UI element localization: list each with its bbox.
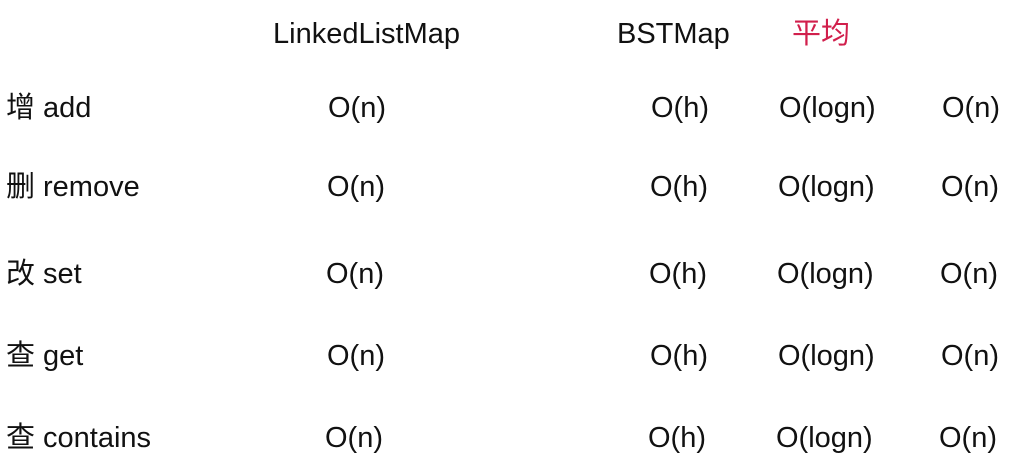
cell-bst-avg-contains: O(logn) bbox=[776, 422, 873, 454]
cell-bst-h-remove: O(h) bbox=[650, 171, 708, 203]
cell-bst-worst-contains: O(n) bbox=[939, 422, 997, 454]
row-label-contains: 查 contains bbox=[6, 420, 151, 456]
row-op: remove bbox=[43, 171, 140, 203]
row-op: contains bbox=[43, 422, 152, 454]
cell-bst-worst-get: O(n) bbox=[941, 340, 999, 372]
cell-bst-avg-remove: O(logn) bbox=[778, 171, 875, 203]
cell-linked-add: O(n) bbox=[328, 92, 386, 124]
cell-bst-avg-add: O(logn) bbox=[779, 92, 876, 124]
cell-bst-worst-set: O(n) bbox=[940, 258, 998, 290]
cell-bst-h-get: O(h) bbox=[650, 340, 708, 372]
cell-bst-h-contains: O(h) bbox=[648, 422, 706, 454]
cell-bst-worst-add: O(n) bbox=[942, 92, 1000, 124]
row-label-remove: 删 remove bbox=[6, 169, 140, 205]
row-label-set: 改 set bbox=[6, 256, 82, 292]
row-zh: 查 bbox=[6, 340, 36, 372]
cell-bst-avg-get: O(logn) bbox=[778, 340, 875, 372]
cell-linked-contains: O(n) bbox=[325, 422, 383, 454]
header-linkedlistmap: LinkedListMap bbox=[273, 18, 460, 50]
cell-bst-h-add: O(h) bbox=[651, 92, 709, 124]
row-zh: 删 bbox=[6, 171, 36, 203]
cell-bst-worst-remove: O(n) bbox=[941, 171, 999, 203]
row-zh: 查 bbox=[6, 422, 36, 454]
header-bstmap: BSTMap bbox=[617, 18, 730, 50]
cell-linked-set: O(n) bbox=[326, 258, 384, 290]
complexity-table: LinkedListMap BSTMap 平均 增 add O(n) O(h) O… bbox=[0, 0, 1023, 462]
row-zh: 改 bbox=[6, 258, 36, 290]
cell-bst-avg-set: O(logn) bbox=[777, 258, 874, 290]
row-op: get bbox=[43, 340, 84, 372]
row-label-add: 增 add bbox=[6, 90, 91, 126]
row-label-get: 查 get bbox=[6, 338, 83, 374]
row-zh: 增 bbox=[6, 92, 36, 124]
row-op: set bbox=[43, 258, 82, 290]
cell-linked-remove: O(n) bbox=[327, 171, 385, 203]
header-average: 平均 bbox=[792, 18, 851, 50]
cell-linked-get: O(n) bbox=[327, 340, 385, 372]
cell-bst-h-set: O(h) bbox=[649, 258, 707, 290]
row-op: add bbox=[43, 92, 92, 124]
